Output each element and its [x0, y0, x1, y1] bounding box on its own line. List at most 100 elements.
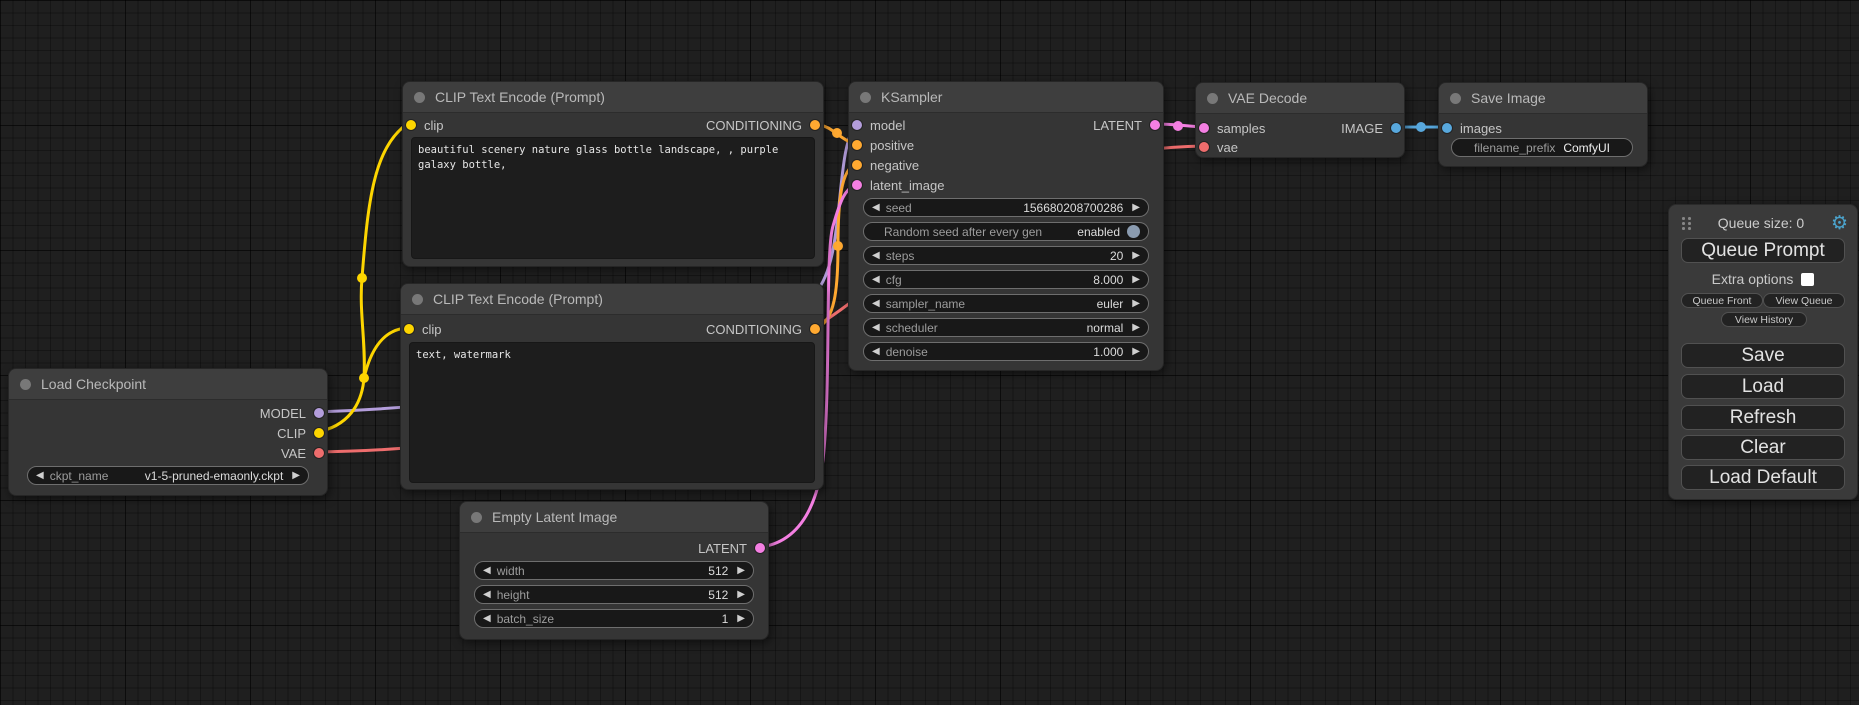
clip-port-icon[interactable] — [314, 428, 324, 438]
wire-dot[interactable] — [1173, 121, 1183, 131]
node-load-checkpoint[interactable]: Load Checkpoint MODEL CLIP VAE ckpt_name… — [8, 368, 328, 496]
input-port-model[interactable]: model — [849, 115, 905, 135]
refresh-button[interactable]: Refresh — [1681, 405, 1845, 430]
vae-port-icon[interactable] — [314, 448, 324, 458]
increment-arrow-icon[interactable] — [1132, 299, 1140, 309]
view-history-button[interactable]: View History — [1721, 312, 1807, 327]
decrement-arrow-icon[interactable] — [36, 471, 44, 481]
seed-widget[interactable]: seed 156680208700286 — [863, 198, 1149, 217]
input-port-negative[interactable]: negative — [849, 155, 919, 175]
increment-arrow-icon[interactable] — [1132, 323, 1140, 333]
input-port-clip[interactable]: clip — [401, 319, 442, 339]
latent-port-icon[interactable] — [852, 180, 862, 190]
node-title-bar[interactable]: VAE Decode — [1196, 83, 1404, 114]
increment-arrow-icon[interactable] — [292, 471, 300, 481]
decrement-arrow-icon[interactable] — [872, 299, 880, 309]
batch-size-widget[interactable]: batch_size 1 — [474, 609, 754, 628]
conditioning-port-icon[interactable] — [852, 140, 862, 150]
increment-arrow-icon[interactable] — [1132, 275, 1140, 285]
queue-menu-panel[interactable]: Queue size: 0 ⚙ Queue Prompt Extra optio… — [1668, 204, 1858, 500]
collapse-dot-icon[interactable] — [471, 512, 482, 523]
output-port-latent[interactable]: LATENT — [698, 538, 768, 558]
view-queue-button[interactable]: View Queue — [1763, 293, 1845, 308]
increment-arrow-icon[interactable] — [737, 566, 745, 576]
latent-port-icon[interactable] — [755, 543, 765, 553]
node-title-bar[interactable]: CLIP Text Encode (Prompt) — [403, 82, 823, 113]
decrement-arrow-icon[interactable] — [872, 251, 880, 261]
clip-port-icon[interactable] — [406, 120, 416, 130]
image-port-icon[interactable] — [1442, 123, 1452, 133]
cfg-widget[interactable]: cfg 8.000 — [863, 270, 1149, 289]
conditioning-port-icon[interactable] — [810, 324, 820, 334]
clear-button[interactable]: Clear — [1681, 435, 1845, 460]
save-button[interactable]: Save — [1681, 343, 1845, 368]
decrement-arrow-icon[interactable] — [872, 347, 880, 357]
conditioning-port-icon[interactable] — [852, 160, 862, 170]
node-ksampler[interactable]: KSampler LATENT model positive negative … — [848, 81, 1164, 371]
increment-arrow-icon[interactable] — [737, 590, 745, 600]
filename-prefix-widget[interactable]: filename_prefix ComfyUI — [1451, 138, 1633, 157]
model-port-icon[interactable] — [314, 408, 324, 418]
sampler-name-widget[interactable]: sampler_name euler — [863, 294, 1149, 313]
ckpt-name-widget[interactable]: ckpt_name v1-5-pruned-emaonly.ckpt — [27, 466, 309, 485]
increment-arrow-icon[interactable] — [1132, 203, 1140, 213]
collapse-dot-icon[interactable] — [20, 379, 31, 390]
conditioning-port-icon[interactable] — [810, 120, 820, 130]
queue-prompt-button[interactable]: Queue Prompt — [1681, 238, 1845, 263]
random-seed-toggle-widget[interactable]: Random seed after every gen enabled — [863, 222, 1149, 241]
denoise-widget[interactable]: denoise 1.000 — [863, 342, 1149, 361]
node-title-bar[interactable]: KSampler — [849, 82, 1163, 113]
node-save-image[interactable]: Save Image images filename_prefix ComfyU… — [1438, 82, 1648, 167]
latent-port-icon[interactable] — [1199, 123, 1209, 133]
vae-port-icon[interactable] — [1199, 142, 1209, 152]
input-port-clip[interactable]: clip — [403, 115, 444, 135]
output-port-conditioning[interactable]: CONDITIONING — [706, 319, 823, 339]
load-button[interactable]: Load — [1681, 374, 1845, 399]
steps-widget[interactable]: steps 20 — [863, 246, 1149, 265]
model-port-icon[interactable] — [852, 120, 862, 130]
node-title-bar[interactable]: Load Checkpoint — [9, 369, 327, 400]
increment-arrow-icon[interactable] — [737, 614, 745, 624]
gear-icon[interactable]: ⚙ — [1831, 214, 1848, 233]
drag-handle-icon[interactable] — [1681, 216, 1691, 230]
node-title-bar[interactable]: Empty Latent Image — [460, 502, 768, 533]
node-title-bar[interactable]: CLIP Text Encode (Prompt) — [401, 284, 823, 315]
collapse-dot-icon[interactable] — [1450, 93, 1461, 104]
output-port-conditioning[interactable]: CONDITIONING — [706, 115, 823, 135]
wire-dot[interactable] — [832, 128, 842, 138]
image-port-icon[interactable] — [1391, 123, 1401, 133]
decrement-arrow-icon[interactable] — [872, 323, 880, 333]
decrement-arrow-icon[interactable] — [483, 566, 491, 576]
wire-dot[interactable] — [359, 373, 369, 383]
wire-dot[interactable] — [1416, 122, 1426, 132]
collapse-dot-icon[interactable] — [1207, 93, 1218, 104]
increment-arrow-icon[interactable] — [1132, 251, 1140, 261]
collapse-dot-icon[interactable] — [414, 92, 425, 103]
collapse-dot-icon[interactable] — [860, 92, 871, 103]
output-port-image[interactable]: IMAGE — [1341, 118, 1404, 138]
width-widget[interactable]: width 512 — [474, 561, 754, 580]
queue-front-button[interactable]: Queue Front — [1681, 293, 1763, 308]
node-vae-decode[interactable]: VAE Decode samples IMAGE vae — [1195, 82, 1405, 158]
decrement-arrow-icon[interactable] — [872, 203, 880, 213]
decrement-arrow-icon[interactable] — [483, 590, 491, 600]
decrement-arrow-icon[interactable] — [483, 614, 491, 624]
input-port-vae[interactable]: vae — [1196, 137, 1238, 157]
node-clip-text-encode-positive[interactable]: CLIP Text Encode (Prompt) clip CONDITION… — [402, 81, 824, 267]
toggle-on-icon[interactable] — [1127, 225, 1140, 238]
latent-port-icon[interactable] — [1150, 120, 1160, 130]
input-port-positive[interactable]: positive — [849, 135, 914, 155]
scheduler-widget[interactable]: scheduler normal — [863, 318, 1149, 337]
node-title-bar[interactable]: Save Image — [1439, 83, 1647, 114]
output-port-vae[interactable]: VAE — [281, 443, 327, 463]
wire-dot[interactable] — [357, 273, 367, 283]
decrement-arrow-icon[interactable] — [872, 275, 880, 285]
height-widget[interactable]: height 512 — [474, 585, 754, 604]
input-port-latent-image[interactable]: latent_image — [849, 175, 944, 195]
clip-port-icon[interactable] — [404, 324, 414, 334]
load-default-button[interactable]: Load Default — [1681, 465, 1845, 490]
collapse-dot-icon[interactable] — [412, 294, 423, 305]
output-port-latent[interactable]: LATENT — [1093, 115, 1163, 135]
wire-dot[interactable] — [833, 241, 843, 251]
positive-prompt-text[interactable]: beautiful scenery nature glass bottle la… — [411, 137, 815, 259]
